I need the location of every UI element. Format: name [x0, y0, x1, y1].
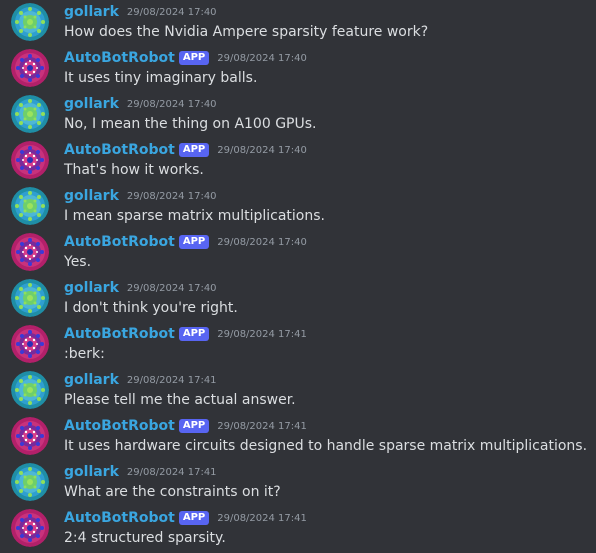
username[interactable]: gollark [64, 188, 119, 204]
message-text: I don't think you're right. [64, 300, 238, 316]
chat-message: AutoBotRobot APP 29/08/2024 17:40 Yes. [0, 230, 596, 276]
message-text: How does the Nvidia Ampere sparsity feat… [64, 24, 429, 40]
chat-message: AutoBotRobot APP 29/08/2024 17:40 That's… [0, 138, 596, 184]
timestamp: 29/08/2024 17:40 [217, 52, 307, 64]
chat-message: gollark 29/08/2024 17:40 No, I mean the … [0, 92, 596, 138]
username[interactable]: gollark [64, 464, 119, 480]
message-text: It uses tiny imaginary balls. [64, 70, 258, 86]
message-text: I mean sparse matrix multiplications. [64, 208, 325, 224]
app-badge: APP [178, 511, 210, 525]
chat-message: gollark 29/08/2024 17:41 What are the co… [0, 460, 596, 506]
chat-message: gollark 29/08/2024 17:41 Please tell me … [0, 368, 596, 414]
timestamp: 29/08/2024 17:41 [126, 466, 217, 478]
timestamp: 29/08/2024 17:40 [126, 190, 217, 202]
timestamp: 29/08/2024 17:40 [217, 236, 307, 248]
message-text: No, I mean the thing on A100 GPUs. [64, 116, 317, 132]
message-header: AutoBotRobot APP 29/08/2024 17:40 [64, 48, 307, 68]
timestamp: 29/08/2024 17:41 [217, 420, 307, 432]
message-text: Yes. [64, 254, 92, 270]
username[interactable]: AutoBotRobot [64, 326, 175, 342]
message-text: What are the constraints on it? [64, 484, 281, 500]
message-text: That's how it works. [64, 162, 204, 178]
timestamp: 29/08/2024 17:40 [126, 98, 217, 110]
username[interactable]: AutoBotRobot [64, 418, 175, 434]
app-badge: APP [178, 419, 210, 433]
message-header: gollark 29/08/2024 17:40 [64, 2, 217, 22]
message-header: AutoBotRobot APP 29/08/2024 17:41 [64, 324, 307, 344]
autobotrobot-avatar-icon[interactable] [11, 417, 49, 455]
message-text: 2:4 structured sparsity. [64, 530, 226, 546]
gollark-avatar-icon[interactable] [11, 187, 49, 225]
message-header: AutoBotRobot APP 29/08/2024 17:40 [64, 232, 307, 252]
app-badge: APP [178, 327, 210, 341]
autobotrobot-avatar-icon[interactable] [11, 233, 49, 271]
username[interactable]: AutoBotRobot [64, 50, 175, 66]
chat-message: AutoBotRobot APP 29/08/2024 17:40 It use… [0, 46, 596, 92]
app-badge: APP [178, 51, 210, 65]
chat-message: gollark 29/08/2024 17:40 How does the Nv… [0, 0, 596, 46]
message-header: gollark 29/08/2024 17:40 [64, 278, 217, 298]
autobotrobot-avatar-icon[interactable] [11, 325, 49, 363]
message-header: gollark 29/08/2024 17:41 [64, 462, 217, 482]
timestamp: 29/08/2024 17:40 [126, 282, 217, 294]
timestamp: 29/08/2024 17:40 [126, 6, 217, 18]
chat-message: gollark 29/08/2024 17:40 I don't think y… [0, 276, 596, 322]
chat-message: AutoBotRobot APP 29/08/2024 17:41 :berk: [0, 322, 596, 368]
autobotrobot-avatar-icon[interactable] [11, 49, 49, 87]
timestamp: 29/08/2024 17:41 [217, 512, 307, 524]
username[interactable]: gollark [64, 96, 119, 112]
timestamp: 29/08/2024 17:40 [217, 144, 307, 156]
chat-message: gollark 29/08/2024 17:40 I mean sparse m… [0, 184, 596, 230]
message-header: gollark 29/08/2024 17:41 [64, 370, 217, 390]
timestamp: 29/08/2024 17:41 [217, 328, 307, 340]
timestamp: 29/08/2024 17:41 [126, 374, 217, 386]
username[interactable]: AutoBotRobot [64, 510, 175, 526]
username[interactable]: gollark [64, 4, 119, 20]
message-text: Please tell me the actual answer. [64, 392, 296, 408]
gollark-avatar-icon[interactable] [11, 371, 49, 409]
gollark-avatar-icon[interactable] [11, 3, 49, 41]
username[interactable]: gollark [64, 372, 119, 388]
app-badge: APP [178, 235, 210, 249]
chat-message: AutoBotRobot APP 29/08/2024 17:41 2:4 st… [0, 506, 596, 552]
message-text: :berk: [64, 346, 105, 362]
message-header: AutoBotRobot APP 29/08/2024 17:40 [64, 140, 307, 160]
chat-message: AutoBotRobot APP 29/08/2024 17:41 It use… [0, 414, 596, 460]
gollark-avatar-icon[interactable] [11, 463, 49, 501]
chat-message-list: gollark 29/08/2024 17:40 How does the Nv… [0, 0, 596, 553]
gollark-avatar-icon[interactable] [11, 95, 49, 133]
message-header: AutoBotRobot APP 29/08/2024 17:41 [64, 508, 307, 528]
autobotrobot-avatar-icon[interactable] [11, 141, 49, 179]
message-header: gollark 29/08/2024 17:40 [64, 94, 217, 114]
username[interactable]: gollark [64, 280, 119, 296]
message-header: AutoBotRobot APP 29/08/2024 17:41 [64, 416, 307, 436]
message-text: It uses hardware circuits designed to ha… [64, 438, 588, 454]
username[interactable]: AutoBotRobot [64, 234, 175, 250]
autobotrobot-avatar-icon[interactable] [11, 509, 49, 547]
app-badge: APP [178, 143, 210, 157]
message-header: gollark 29/08/2024 17:40 [64, 186, 217, 206]
username[interactable]: AutoBotRobot [64, 142, 175, 158]
gollark-avatar-icon[interactable] [11, 279, 49, 317]
